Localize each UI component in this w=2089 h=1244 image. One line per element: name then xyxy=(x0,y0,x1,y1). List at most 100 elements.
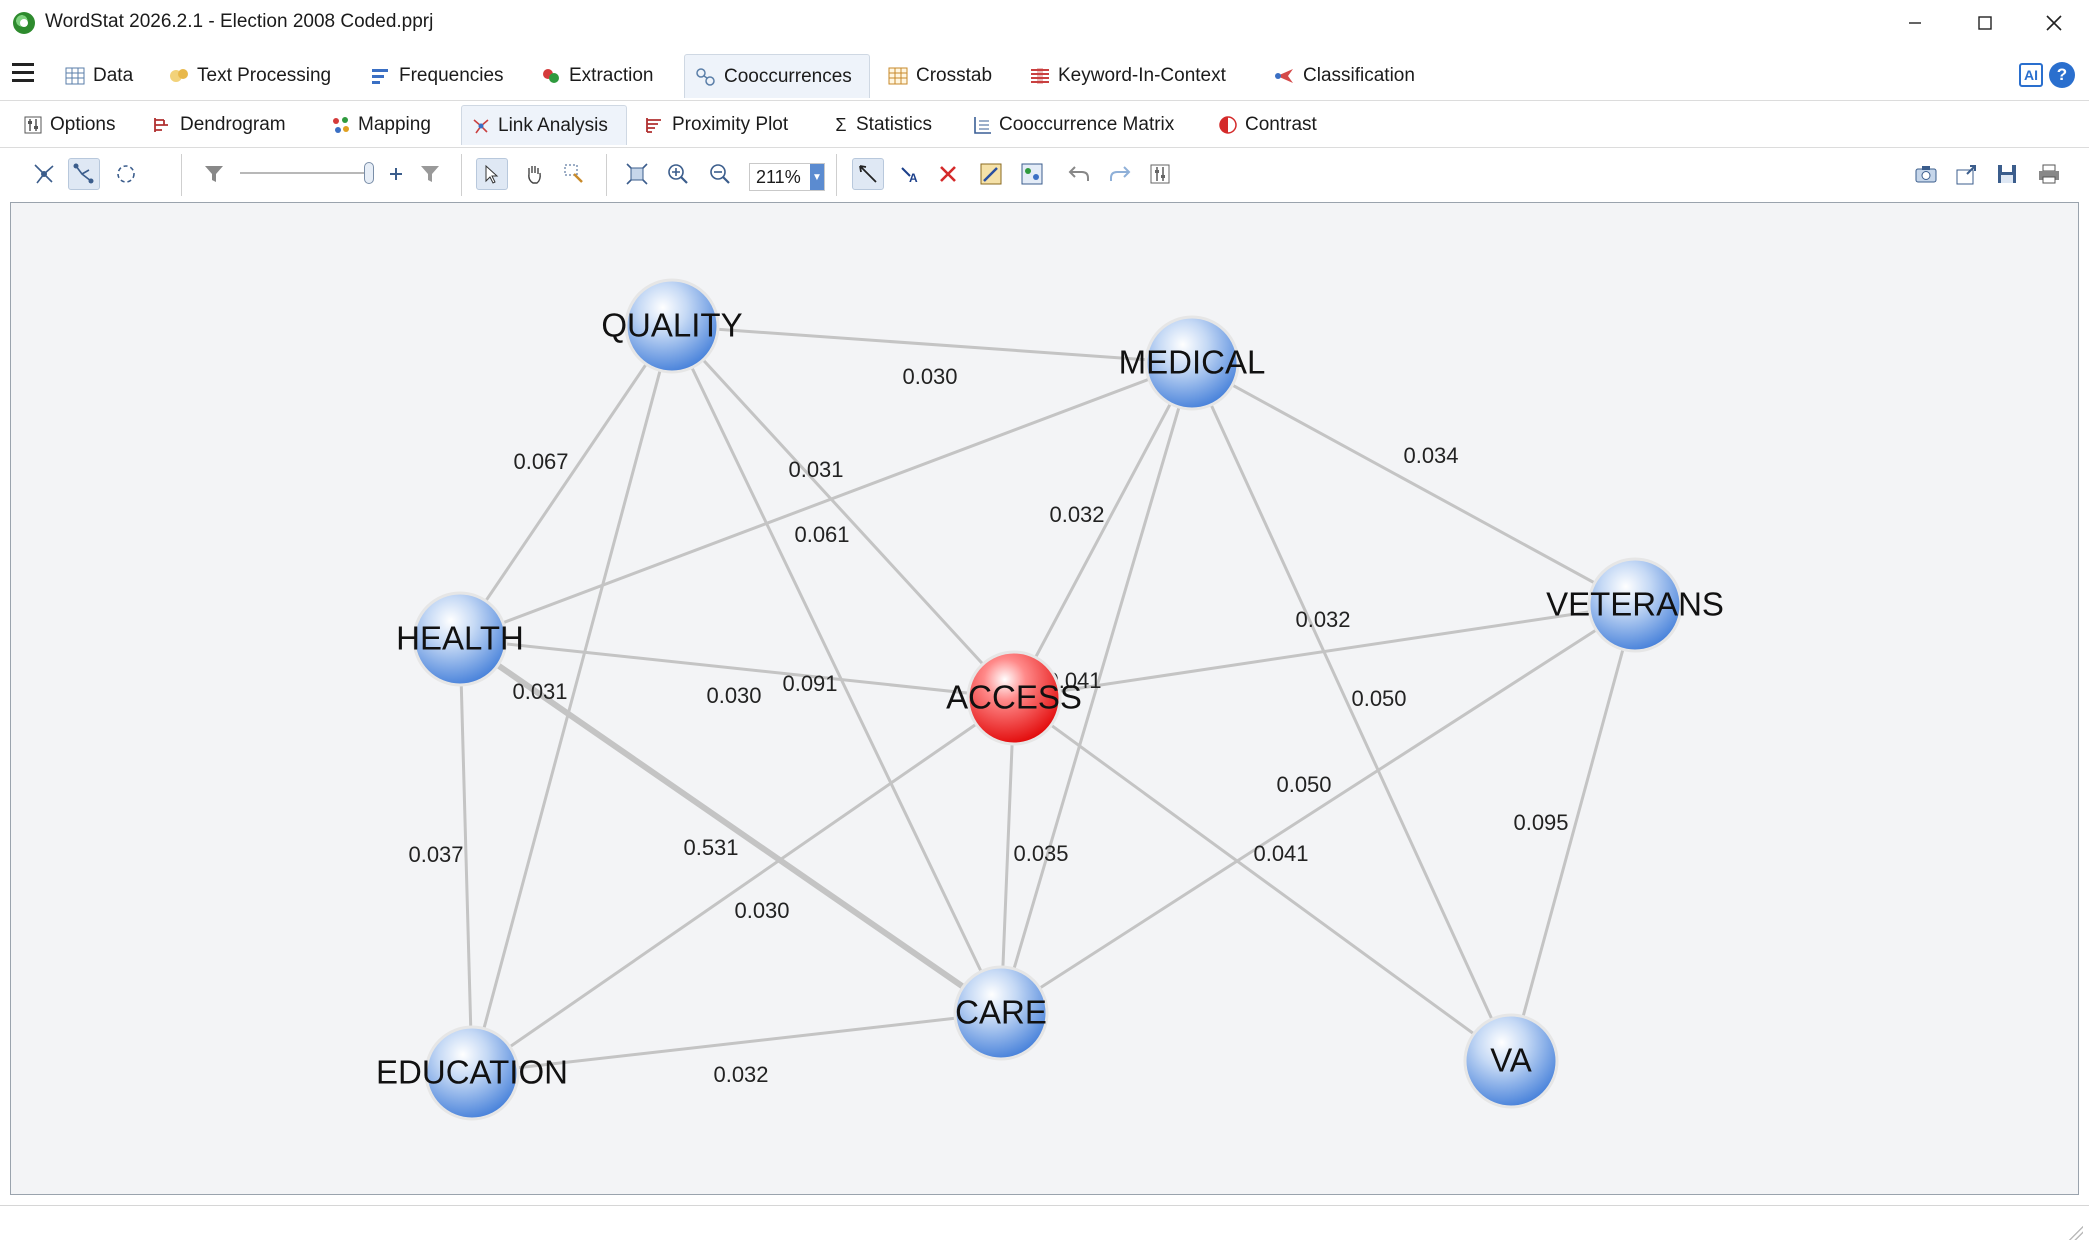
graph-edge[interactable] xyxy=(1191,361,1636,607)
text-processing-icon xyxy=(170,69,188,82)
maximize-button[interactable] xyxy=(1950,0,2020,46)
graph-node-medical[interactable]: MEDICAL xyxy=(1119,315,1266,411)
export-button[interactable] xyxy=(1950,158,1982,190)
filter-button[interactable] xyxy=(198,158,230,190)
subtab-dendrogram[interactable]: Dendrogram xyxy=(144,105,294,145)
pointer-icon xyxy=(485,164,499,184)
graph-edge[interactable] xyxy=(1013,696,1512,1063)
graph-edge[interactable] xyxy=(1190,362,1513,1062)
zoom-out-button[interactable] xyxy=(704,158,736,190)
minimize-icon xyxy=(1909,22,1921,24)
proximity-plot-icon xyxy=(646,118,661,133)
ai-assistant-button[interactable]: AI xyxy=(2019,63,2043,87)
edge-weight-label: 0.050 xyxy=(1351,686,1406,711)
zoom-in-button[interactable] xyxy=(662,158,694,190)
zoom-level-value: 211% xyxy=(756,166,801,187)
tree-layout-button[interactable] xyxy=(68,158,100,190)
hand-icon xyxy=(528,166,541,184)
export-graph-icon xyxy=(1021,163,1043,185)
graph-edge[interactable] xyxy=(671,324,1193,365)
tab-text-processing[interactable]: Text Processing xyxy=(158,54,341,98)
link-analysis-graph[interactable]: 0.030 0.067 0.031 0.061 0.031 0.032 0.034 0.091… xyxy=(11,203,2078,1194)
tab-label: Cooccurrence Matrix xyxy=(999,114,1175,135)
tab-crosstab[interactable]: Crosstab xyxy=(877,54,1002,98)
options-icon xyxy=(24,116,42,134)
graph-edge[interactable] xyxy=(471,696,1015,1075)
graph-edge[interactable] xyxy=(1012,362,1194,699)
node-label: VETERANS xyxy=(1546,586,1724,623)
edit-appearance-button[interactable] xyxy=(975,158,1007,190)
camera-icon xyxy=(1915,166,1937,183)
sliders-icon xyxy=(1150,164,1170,184)
export-icon xyxy=(1956,165,1976,185)
tab-extraction[interactable]: Extraction xyxy=(530,54,663,98)
add-node-button[interactable]: A xyxy=(894,158,926,190)
filter-slider-thumb[interactable] xyxy=(364,162,374,184)
close-icon xyxy=(2046,15,2062,31)
node-label: MEDICAL xyxy=(1119,344,1266,381)
maximize-icon xyxy=(1978,16,1992,30)
subtab-link-analysis[interactable]: Link Analysis xyxy=(461,105,627,145)
window-title: WordStat 2026.2.1 - Election 2008 Coded.… xyxy=(45,11,434,32)
zoom-select-button[interactable] xyxy=(558,158,590,190)
settings-button[interactable] xyxy=(1144,158,1176,190)
delete-button[interactable] xyxy=(932,158,964,190)
graph-edge[interactable] xyxy=(670,324,1016,700)
fit-to-window-button[interactable] xyxy=(621,158,653,190)
select-tool-button[interactable] xyxy=(476,158,508,190)
tab-classification[interactable]: Classification xyxy=(1264,54,1425,98)
circular-layout-button[interactable] xyxy=(110,158,142,190)
graph-node-va[interactable]: VA xyxy=(1463,1013,1559,1109)
graph-node-quality[interactable]: QUALITY xyxy=(601,278,743,374)
resize-grip-icon[interactable] xyxy=(2067,1224,2083,1240)
add-filter-button[interactable] xyxy=(380,158,412,190)
chevron-down-icon[interactable]: ▼ xyxy=(810,164,824,190)
node-label: HEALTH xyxy=(396,620,524,657)
frequencies-icon xyxy=(372,69,388,84)
sub-tab-bar: Options Dendrogram Mapping Link Analysis… xyxy=(0,101,2089,148)
remove-filter-button[interactable] xyxy=(414,158,446,190)
edge-weight-label: 0.030 xyxy=(734,898,789,923)
edge-weight-label: 0.031 xyxy=(512,679,567,704)
subtab-statistics[interactable]: Σ Statistics xyxy=(824,105,940,145)
hamburger-menu-icon[interactable] xyxy=(12,63,34,83)
link-analysis-canvas[interactable]: 0.030 0.067 0.031 0.061 0.031 0.032 0.034 0.091… xyxy=(10,202,2079,1195)
tab-keyword-in-context[interactable]: Keyword-In-Context xyxy=(1019,54,1236,98)
zoom-level-select[interactable]: 211% ▼ xyxy=(749,163,825,191)
edge-weight-label: 0.032 xyxy=(1049,502,1104,527)
network-layout-button[interactable] xyxy=(28,158,60,190)
fit-icon xyxy=(626,163,648,185)
subtab-mapping[interactable]: Mapping xyxy=(322,105,439,145)
save-button[interactable] xyxy=(1991,158,2023,190)
save-icon xyxy=(1998,165,2016,183)
print-button[interactable] xyxy=(2033,158,2065,190)
subtab-cooccurrence-matrix[interactable]: Cooccurrence Matrix xyxy=(963,105,1182,145)
graph-edge[interactable] xyxy=(470,325,674,1074)
tab-cooccurrences[interactable]: Cooccurrences xyxy=(684,54,870,98)
graph-node-education[interactable]: EDUCATION xyxy=(376,1025,568,1121)
tab-frequencies[interactable]: Frequencies xyxy=(360,54,514,98)
svg-text:A: A xyxy=(909,171,918,185)
tab-data[interactable]: Data xyxy=(54,54,143,98)
undo-button[interactable] xyxy=(1063,158,1095,190)
graph-node-care[interactable]: CARE xyxy=(953,965,1049,1061)
crosstab-icon xyxy=(888,67,908,85)
screenshot-button[interactable] xyxy=(1910,158,1942,190)
tab-label: Statistics xyxy=(856,114,933,135)
subtab-contrast[interactable]: Contrast xyxy=(1209,105,1325,145)
graph-edge[interactable] xyxy=(458,325,674,640)
graph-node-veterans[interactable]: VETERANS xyxy=(1546,557,1724,653)
filter-clear-icon xyxy=(421,166,439,182)
subtab-options[interactable]: Options xyxy=(14,105,123,145)
graph-edge[interactable] xyxy=(670,325,1003,1014)
minimize-button[interactable] xyxy=(1880,0,1950,46)
export-graph-button[interactable] xyxy=(1016,158,1048,190)
redo-button[interactable] xyxy=(1104,158,1136,190)
tab-label: Cooccurrences xyxy=(724,65,852,87)
filter-slider-track[interactable] xyxy=(240,172,370,174)
pan-tool-button[interactable] xyxy=(518,158,550,190)
help-button[interactable]: ? xyxy=(2049,62,2075,88)
draw-link-button[interactable] xyxy=(852,158,884,190)
close-window-button[interactable] xyxy=(2019,0,2089,46)
subtab-proximity-plot[interactable]: Proximity Plot xyxy=(636,105,796,145)
